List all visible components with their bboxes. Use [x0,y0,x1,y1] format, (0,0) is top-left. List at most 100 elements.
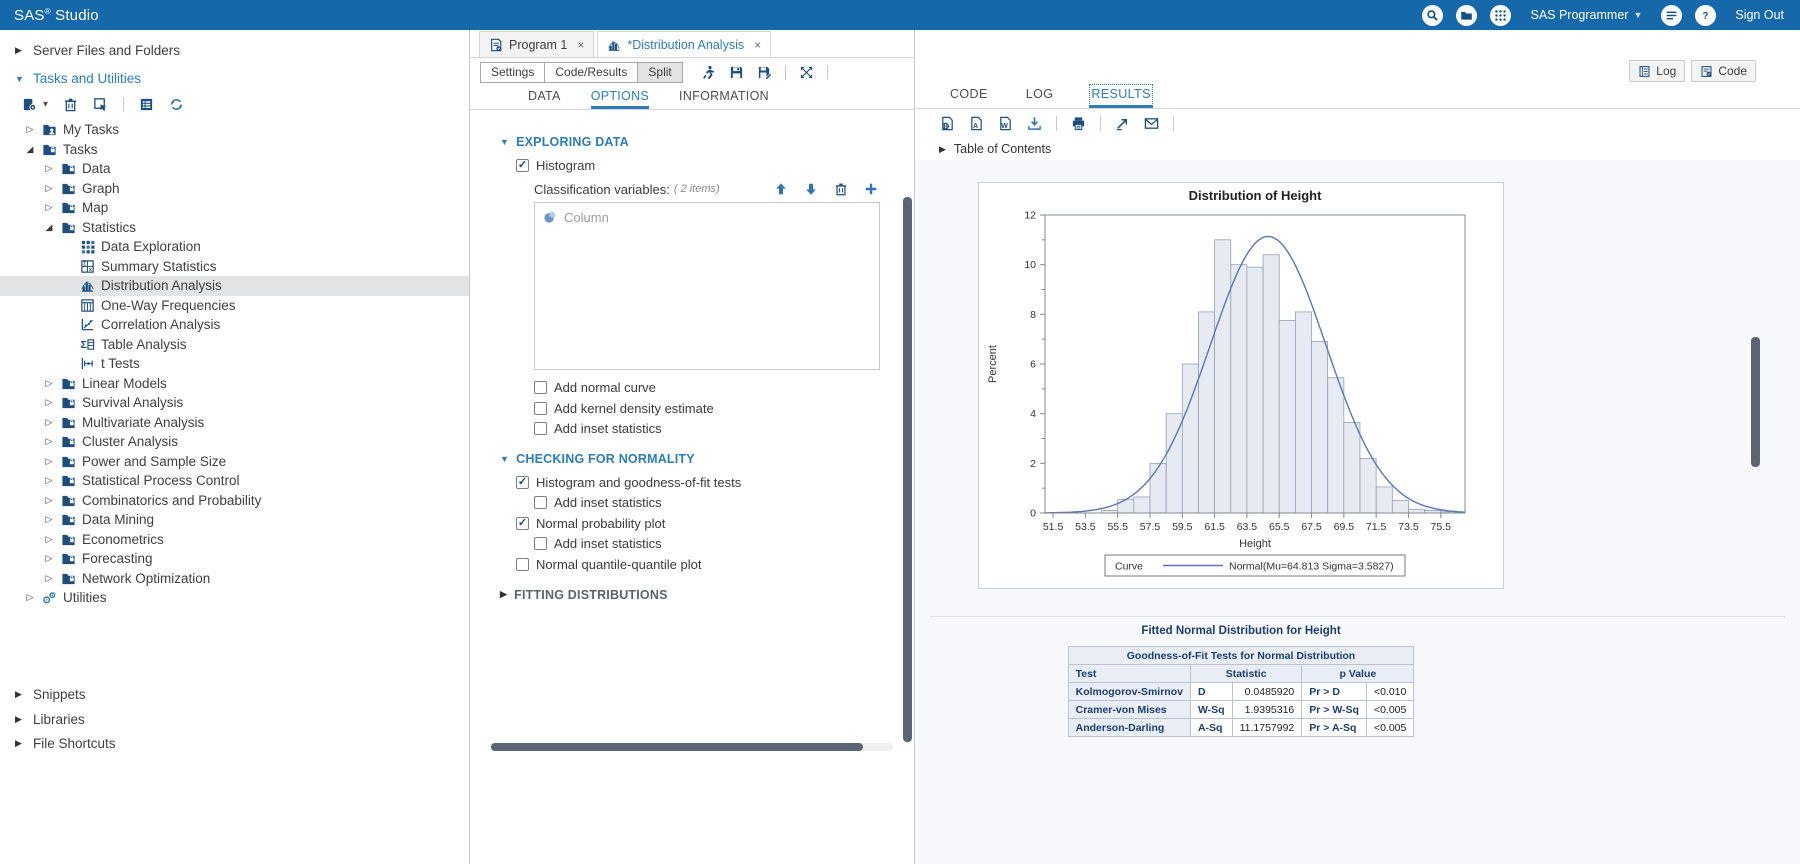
chevron-down-icon[interactable]: ▾ [43,99,48,110]
word-icon[interactable]: W [998,116,1013,131]
tree-item-forecasting[interactable]: ▷Forecasting [0,549,469,569]
subtab-data[interactable]: DATA [528,86,561,109]
pdf-icon[interactable]: A [969,116,984,131]
checkbox-unchecked-icon[interactable] [534,496,547,509]
delete-icon[interactable] [834,182,848,196]
maximize-icon[interactable] [799,65,814,80]
section-checking-for-normality[interactable]: ▼CHECKING FOR NORMALITY [500,452,880,466]
checkbox-normal-quantile-quantile-plot[interactable]: Normal quantile-quantile plot [516,554,880,575]
tree-item-power-and-sample-size[interactable]: ▷Power and Sample Size [0,452,469,472]
tab-program-1[interactable]: Program 1× [479,31,594,57]
checkbox-normal-probability-plot[interactable]: ✓Normal probability plot [516,513,880,534]
checkbox-unchecked-icon[interactable] [534,422,547,435]
checkbox-add-kernel-density-estimate[interactable]: Add kernel density estimate [534,398,880,419]
checkbox-add-inset-statistics[interactable]: Add inset statistics [534,493,880,514]
caret-collapsed-icon[interactable]: ▷ [43,436,55,447]
checkbox-add-normal-curve[interactable]: Add normal curve [534,378,880,399]
table-of-contents-toggle[interactable]: ▶ Table of Contents [915,138,1800,160]
move-up-icon[interactable] [774,182,788,196]
tree-item-one-way-frequencies[interactable]: One-Way Frequencies [0,296,469,316]
caret-expanded-icon[interactable]: ◢ [43,222,55,233]
subtab-options[interactable]: OPTIONS [591,86,649,109]
tree-item-statistics[interactable]: ◢Statistics [0,218,469,238]
tree-item-utilities[interactable]: ▷Utilities [0,588,469,608]
checkbox-unchecked-icon[interactable] [534,537,547,550]
sidebar-section-snippets[interactable]: ▶ Snippets [0,683,469,708]
caret-expanded-icon[interactable]: ◢ [24,144,36,155]
caret-collapsed-icon[interactable]: ▷ [43,495,55,506]
properties-icon[interactable] [139,97,154,112]
checkbox-add-inset-statistics[interactable]: Add inset statistics [534,419,880,440]
tree-item-table-analysis[interactable]: ΣTable Analysis [0,335,469,355]
tree-item-data-mining[interactable]: ▷Data Mining [0,510,469,530]
caret-collapsed-icon[interactable]: ▷ [43,534,55,545]
section-exploring-data[interactable]: ▼EXPLORING DATA [500,135,880,149]
new-task-icon[interactable] [22,97,37,112]
sidebar-section-server-files[interactable]: ▶ Server Files and Folders [0,30,469,58]
tree-item-cluster-analysis[interactable]: ▷Cluster Analysis [0,432,469,452]
log-button[interactable]: Log [1629,60,1685,82]
tree-item-combinatorics-and-probability[interactable]: ▷Combinatorics and Probability [0,491,469,511]
tree-item-t-tests[interactable]: t Tests [0,354,469,374]
checkbox-checked-icon[interactable]: ✓ [516,476,529,489]
caret-collapsed-icon[interactable]: ▷ [43,397,55,408]
sidebar-section-libraries[interactable]: ▶ Libraries [0,707,469,732]
sidebar-section-tasks-utilities[interactable]: ▼ Tasks and Utilities [0,58,469,86]
caret-collapsed-icon[interactable]: ▷ [43,553,55,564]
tree-item-data[interactable]: ▷Data [0,159,469,179]
refresh-icon[interactable] [169,97,184,112]
tree-item-graph[interactable]: ▷Graph [0,179,469,199]
tree-item-survival-analysis[interactable]: ▷Survival Analysis [0,393,469,413]
new-window-icon[interactable] [1115,116,1130,131]
tree-item-linear-models[interactable]: ▷Linear Models [0,374,469,394]
caret-collapsed-icon[interactable]: ▷ [43,378,55,389]
vertical-scrollbar-thumb[interactable] [903,197,912,742]
caret-collapsed-icon[interactable]: ▷ [43,183,55,194]
caret-collapsed-icon[interactable]: ▷ [43,202,55,213]
section-fitting-distributions[interactable]: ▶FITTING DISTRIBUTIONS [500,588,880,602]
caret-collapsed-icon[interactable]: ▷ [24,592,36,603]
checkbox-histogram-and-goodness-of-fit-tests[interactable]: ✓Histogram and goodness-of-fit tests [516,472,880,493]
subtab-information[interactable]: INFORMATION [679,86,769,109]
tree-item-correlation-analysis[interactable]: Correlation Analysis [0,315,469,335]
caret-collapsed-icon[interactable]: ▷ [43,456,55,467]
search-icon[interactable] [1422,5,1443,26]
checkbox-unchecked-icon[interactable] [534,381,547,394]
horizontal-scrollbar-thumb[interactable] [491,743,863,751]
close-icon[interactable]: × [577,38,584,52]
tree-item-distribution-analysis[interactable]: Distribution Analysis [0,276,469,296]
tree-item-network-optimization[interactable]: ▷Network Optimization [0,569,469,589]
checkbox-checked-icon[interactable]: ✓ [516,517,529,530]
tree-item-map[interactable]: ▷Map [0,198,469,218]
tree-item-tasks[interactable]: ◢Tasks [0,140,469,160]
checkbox-unchecked-icon[interactable] [534,402,547,415]
horizontal-scrollbar-track[interactable] [490,743,893,751]
apps-icon[interactable] [1490,5,1511,26]
html-result-icon[interactable] [940,116,955,131]
email-icon[interactable] [1144,116,1159,131]
tree-item-statistical-process-control[interactable]: ▷Statistical Process Control [0,471,469,491]
tree-item-data-exploration[interactable]: Data Exploration [0,237,469,257]
caret-collapsed-icon[interactable]: ▷ [43,417,55,428]
close-icon[interactable]: × [754,38,761,52]
caret-collapsed-icon[interactable]: ▷ [43,514,55,525]
view-code-results-button[interactable]: Code/Results [545,62,638,83]
open-folder-icon[interactable] [1456,5,1477,26]
move-down-icon[interactable] [804,182,818,196]
tree-item-summary-statistics[interactable]: ΣxSummary Statistics [0,257,469,277]
classification-variables-list[interactable]: Column [534,202,880,370]
checkbox-unchecked-icon[interactable] [516,558,529,571]
checkbox-checked-icon[interactable]: ✓ [516,159,529,172]
save-as-icon[interactable] [757,65,772,80]
column-placeholder-row[interactable]: Column [535,203,879,232]
tree-item-econometrics[interactable]: ▷Econometrics [0,530,469,550]
open-selection-icon[interactable] [93,97,108,112]
trash-icon[interactable] [63,97,78,112]
caret-collapsed-icon[interactable]: ▷ [43,163,55,174]
sign-out-button[interactable]: Sign Out [1735,8,1784,22]
user-menu[interactable]: SAS Programmer▼ [1530,8,1642,22]
run-icon[interactable] [701,65,716,80]
print-icon[interactable] [1071,116,1086,131]
download-icon[interactable] [1027,116,1042,131]
checkbox-histogram[interactable]: ✓Histogram [516,155,880,176]
